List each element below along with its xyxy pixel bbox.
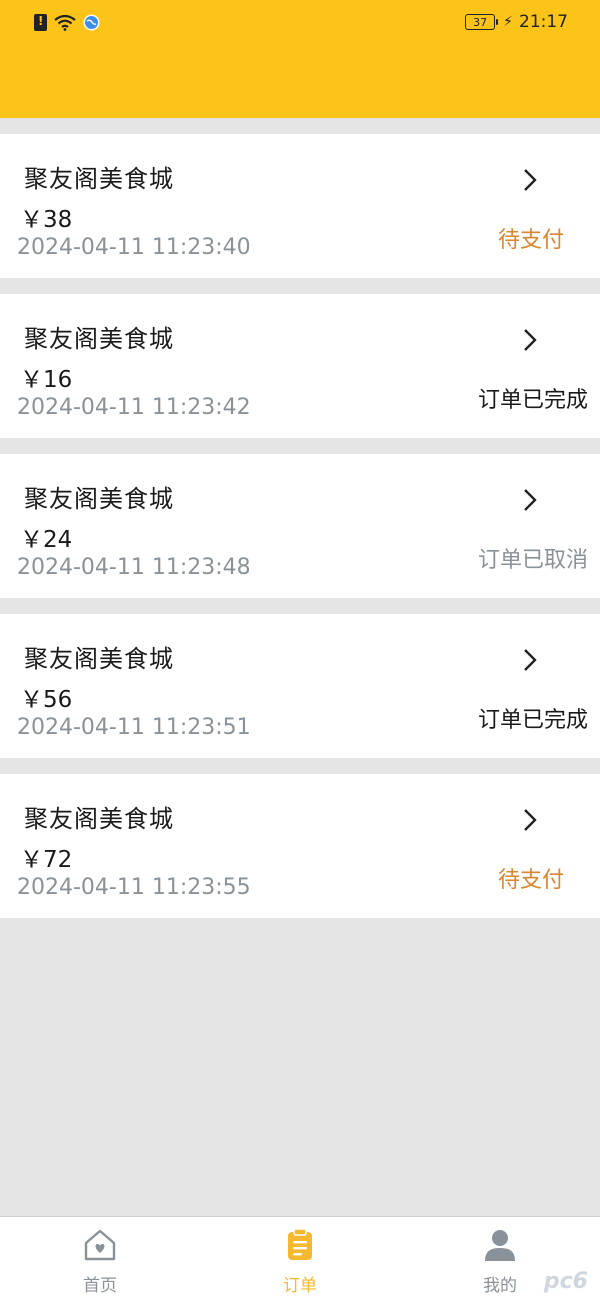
order-status: 订单已取消 xyxy=(477,548,588,573)
battery-level: 37 xyxy=(473,15,488,29)
order-price: ￥24 xyxy=(20,527,73,553)
bottom-tab-bar: 首页 订单 我的 pc6 xyxy=(0,1216,600,1300)
tab-profile-label: 我的 xyxy=(483,1276,517,1296)
shop-name: 聚友阁美食城 xyxy=(24,325,174,353)
status-left xyxy=(34,13,100,31)
order-status: 订单已完成 xyxy=(477,708,588,733)
status-bar: 37 ⚡ 21:17 xyxy=(0,0,600,44)
order-time: 2024-04-11 11:23:40 xyxy=(17,235,251,260)
chevron-right-icon[interactable] xyxy=(520,648,540,672)
order-list: 聚友阁美食城 ￥38 2024-04-11 11:23:40 待支付 聚友阁美食… xyxy=(0,134,600,934)
order-card[interactable]: 聚友阁美食城 ￥56 2024-04-11 11:23:51 订单已完成 xyxy=(0,614,600,758)
shop-name: 聚友阁美食城 xyxy=(24,645,174,673)
charging-icon: ⚡ xyxy=(503,14,513,30)
shop-name: 聚友阁美食城 xyxy=(24,485,174,513)
order-price: ￥56 xyxy=(20,687,73,713)
order-time: 2024-04-11 11:23:51 xyxy=(17,715,251,740)
order-time: 2024-04-11 11:23:48 xyxy=(17,555,251,580)
user-icon xyxy=(485,1230,515,1261)
wifi-icon xyxy=(54,14,76,31)
shop-name: 聚友阁美食城 xyxy=(24,165,174,193)
order-status: 订单已完成 xyxy=(477,388,588,413)
chevron-right-icon[interactable] xyxy=(520,808,540,832)
app-header: 37 ⚡ 21:17 xyxy=(0,0,600,118)
clock: 21:17 xyxy=(519,12,568,32)
order-price: ￥72 xyxy=(20,847,73,873)
order-card[interactable]: 聚友阁美食城 ￥72 2024-04-11 11:23:55 待支付 xyxy=(0,774,600,918)
shop-name: 聚友阁美食城 xyxy=(24,805,174,833)
battery-icon: 37 xyxy=(465,14,499,30)
clipboard-icon xyxy=(288,1228,312,1260)
sim-alert-icon xyxy=(34,13,47,31)
order-time: 2024-04-11 11:23:55 xyxy=(17,875,251,900)
chevron-right-icon[interactable] xyxy=(520,488,540,512)
order-price: ￥38 xyxy=(20,207,73,233)
tab-home-label: 首页 xyxy=(83,1276,117,1296)
chevron-right-icon[interactable] xyxy=(520,328,540,352)
chevron-right-icon[interactable] xyxy=(520,168,540,192)
home-icon xyxy=(84,1229,116,1261)
order-card[interactable]: 聚友阁美食城 ￥38 2024-04-11 11:23:40 待支付 xyxy=(0,134,600,278)
tab-orders-label: 订单 xyxy=(283,1276,317,1296)
order-time: 2024-04-11 11:23:42 xyxy=(17,395,251,420)
watermark: pc6 xyxy=(543,1269,588,1294)
order-status: 待支付 xyxy=(497,228,564,253)
order-card[interactable]: 聚友阁美食城 ￥24 2024-04-11 11:23:48 订单已取消 xyxy=(0,454,600,598)
globe-icon xyxy=(83,14,100,30)
tab-orders[interactable]: 订单 xyxy=(200,1217,400,1300)
tab-home[interactable]: 首页 xyxy=(0,1217,200,1300)
order-price: ￥16 xyxy=(20,367,73,393)
order-card[interactable]: 聚友阁美食城 ￥16 2024-04-11 11:23:42 订单已完成 xyxy=(0,294,600,438)
status-right: 37 ⚡ 21:17 xyxy=(465,12,568,32)
order-status: 待支付 xyxy=(497,868,564,893)
